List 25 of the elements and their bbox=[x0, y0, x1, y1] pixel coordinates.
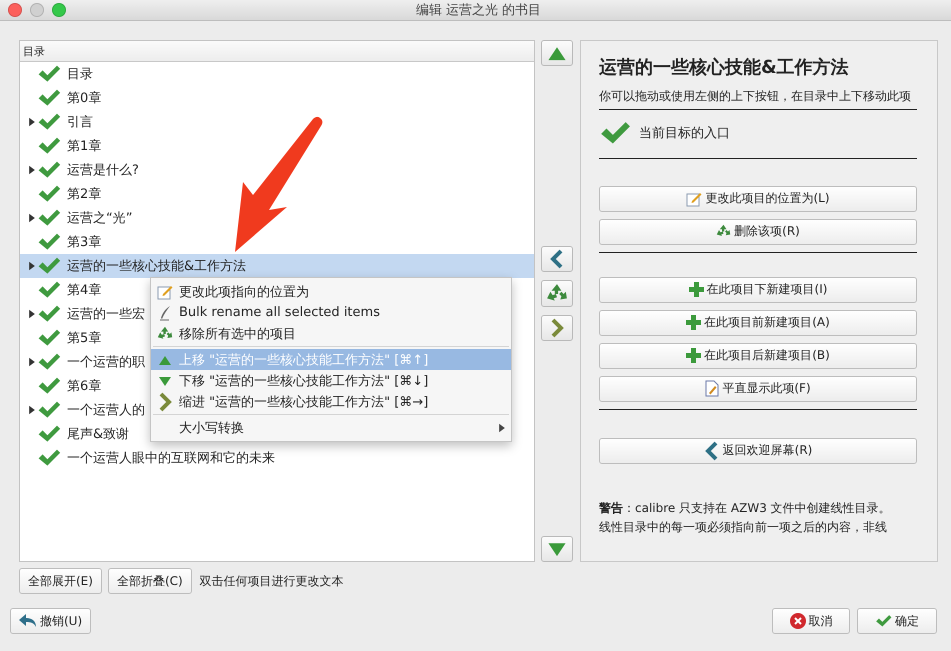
warning-text: 警告：calibre 只支持在 AZW3 文件中创建线性目录。 bbox=[599, 500, 892, 517]
tree-item-label: 一个运营人眼中的互联网和它的未来 bbox=[67, 450, 275, 467]
tree-item-label: 运营是什么? bbox=[67, 162, 139, 179]
tree-item-label: 第3章 bbox=[67, 234, 102, 251]
entry-title: 运营的一些核心技能&工作方法 bbox=[599, 56, 850, 79]
tree-item-label: 第4章 bbox=[67, 282, 102, 299]
tree-item-label: 第5章 bbox=[67, 330, 102, 347]
tree-item-label: 目录 bbox=[67, 66, 93, 83]
tree-item-label: 运营的一些宏 bbox=[67, 306, 145, 323]
tree-item-label: 第1章 bbox=[67, 138, 102, 155]
tree-item-label: 第0章 bbox=[67, 90, 102, 107]
tree-item-label: 尾声&致谢 bbox=[67, 426, 130, 443]
tree-item-label: 引言 bbox=[67, 114, 93, 131]
tree-item-label: 一个运营人的 bbox=[67, 402, 145, 419]
tree-item-label: 一个运营的职 bbox=[67, 354, 145, 371]
description-text: 你可以拖动或使用左侧的上下按钮，在目录中上下移动此项 bbox=[599, 88, 912, 105]
status-text: 当前目标的入口 bbox=[639, 124, 730, 142]
tree-item-label: 第6章 bbox=[67, 378, 102, 395]
hint-text: 双击任何项目进行更改文本 bbox=[200, 572, 344, 590]
tree-item-label: 运营之“光” bbox=[67, 210, 132, 227]
column-header: 目录 bbox=[20, 41, 534, 62]
warning-text: 线性目录中的每一项必须指向前一项之后的内容，非线 bbox=[599, 518, 888, 536]
window-title: 编辑 运营之光 的书目 bbox=[414, 2, 542, 19]
tree-item-label: 运营的一些核心技能&工作方法 bbox=[67, 258, 246, 275]
tree-item-label: 第2章 bbox=[67, 186, 102, 203]
